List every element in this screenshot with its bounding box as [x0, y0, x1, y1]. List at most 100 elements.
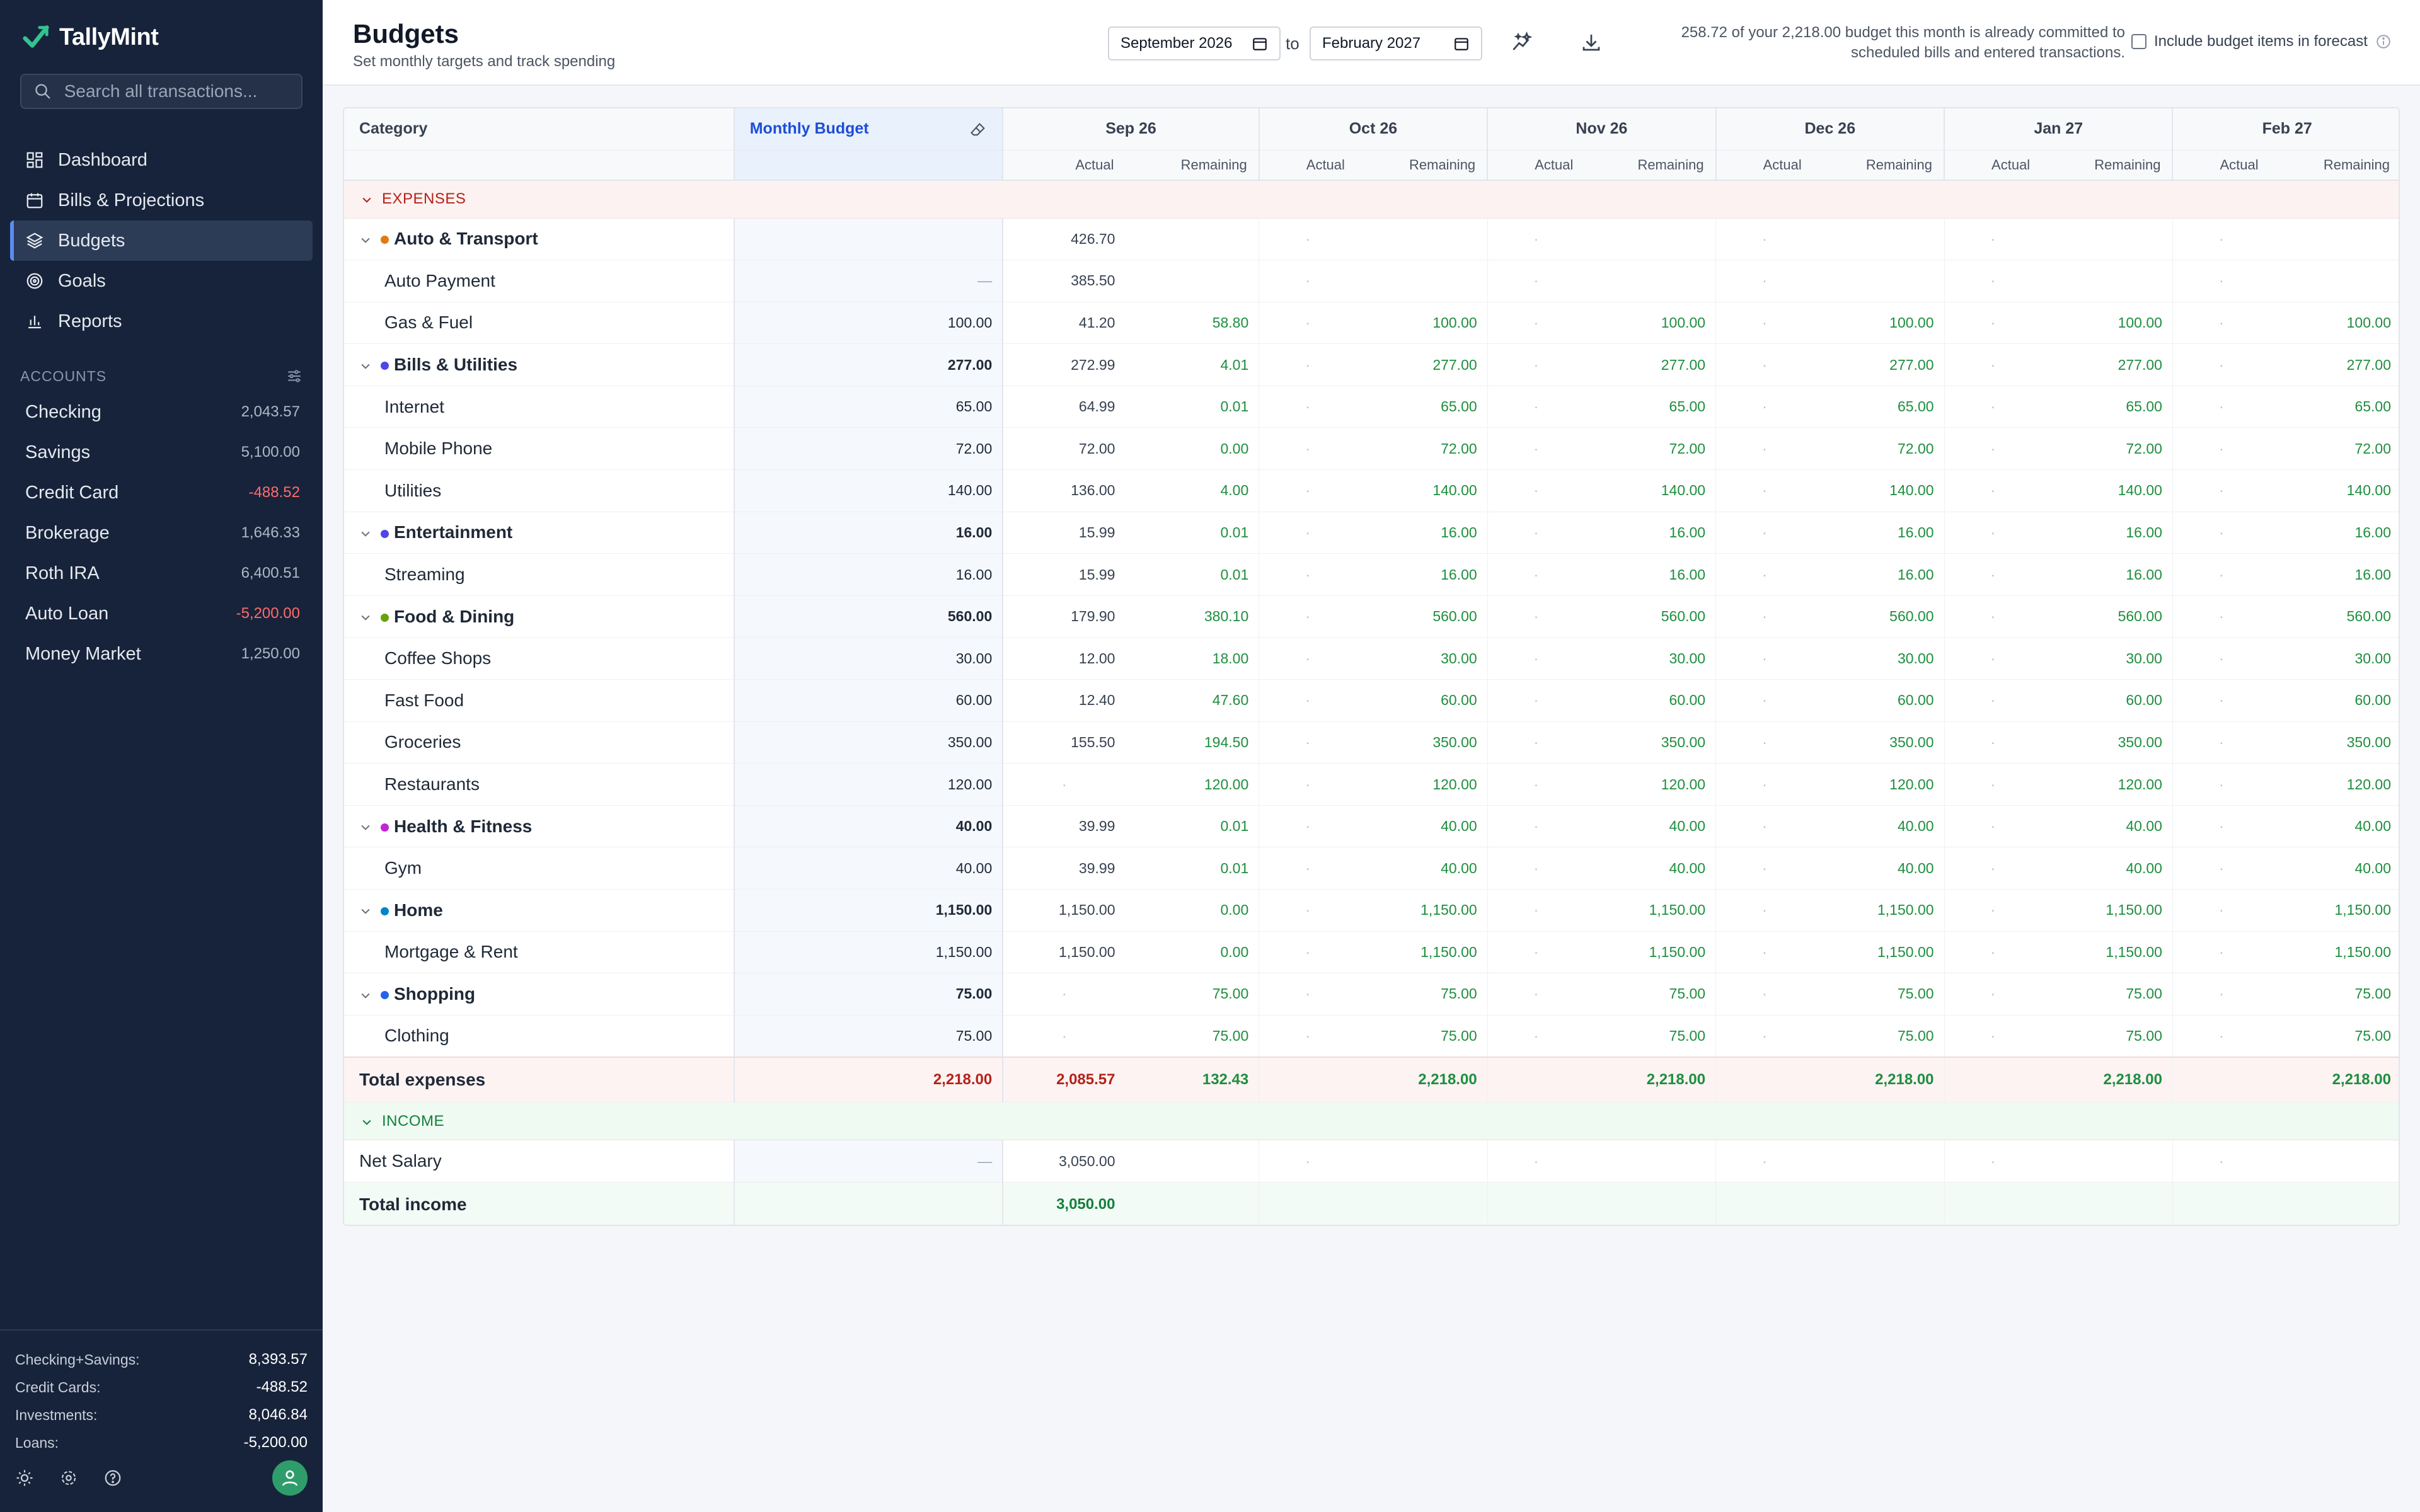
category-group-row[interactable]: Home 1,150.00 1,150.00 0.00 · 1,150.00 · 1,150.…: [344, 889, 2399, 932]
bar-chart-icon: [28, 316, 41, 329]
actual-cell: ·: [2172, 847, 2270, 890]
chevron-down-icon[interactable]: [359, 989, 372, 1002]
account-item[interactable]: Roth IRA 6,400.51: [10, 553, 313, 593]
monthly-budget-cell[interactable]: 40.00: [733, 805, 1003, 848]
category-row[interactable]: Groceries 350.00 155.50 194.50 · 350.00 · 350.0…: [344, 721, 2399, 764]
chevron-down-icon[interactable]: [359, 527, 372, 540]
total-expenses-row-actual: [2172, 1056, 2270, 1103]
category-row[interactable]: Streaming 16.00 15.99 0.01 · 16.00 · 16.00 · 16.0…: [344, 553, 2399, 596]
actual-cell: ·: [1259, 1015, 1356, 1058]
sliders-icon[interactable]: [286, 368, 302, 384]
monthly-budget-cell[interactable]: 100.00: [733, 302, 1003, 345]
download-button[interactable]: [1577, 28, 1606, 57]
total-expenses-row-actual: 2,085.57: [1002, 1056, 1126, 1103]
monthly-budget-cell[interactable]: 65.00: [733, 386, 1003, 428]
avatar[interactable]: [272, 1460, 308, 1496]
monthly-budget-cell[interactable]: 16.00: [733, 512, 1003, 554]
account-item[interactable]: Brokerage 1,646.33: [10, 513, 313, 553]
category-row[interactable]: Fast Food 60.00 12.40 47.60 · 60.00 · 60.00 · 60.…: [344, 679, 2399, 722]
monthly-budget-cell[interactable]: —: [733, 260, 1003, 302]
income-section[interactable]: INCOME: [344, 1102, 2399, 1141]
account-item[interactable]: Checking 2,043.57: [10, 392, 313, 432]
category-color-dot: [381, 529, 389, 538]
month-header-nov: Nov 26: [1487, 108, 1716, 151]
account-item[interactable]: Credit Card -488.52: [10, 472, 313, 513]
category-group-row[interactable]: Entertainment 16.00 15.99 0.01 · 16.00 · 16.00 ·…: [344, 512, 2399, 554]
category-row[interactable]: Internet 65.00 64.99 0.01 · 65.00 · 65.00 · 65.00…: [344, 386, 2399, 428]
accounts-list: Checking 2,043.57 Savings 5,100.00 Credit …: [10, 392, 313, 674]
monthly-budget-cell[interactable]: 40.00: [733, 847, 1003, 890]
help-icon[interactable]: [103, 1469, 122, 1487]
nav-item-goals[interactable]: Goals: [10, 261, 313, 301]
category-group-row[interactable]: Auto & Transport 426.70 · · · · ·: [344, 218, 2399, 261]
expenses-section[interactable]: EXPENSES: [344, 180, 2399, 219]
chevron-down-icon[interactable]: [359, 611, 372, 624]
category-row[interactable]: Utilities 140.00 136.00 4.00 · 140.00 · 140.00 ·…: [344, 469, 2399, 512]
chevron-down-icon[interactable]: [359, 905, 372, 917]
monthly-budget-column-header[interactable]: Monthly Budget: [733, 108, 1003, 151]
monthly-budget-cell[interactable]: 72.00: [733, 427, 1003, 471]
category-row[interactable]: Clothing 75.00 · 75.00 · 75.00 · 75.00 · 75.00 · 75…: [344, 1015, 2399, 1058]
monthly-budget-cell[interactable]: 75.00: [733, 1015, 1003, 1058]
search-input[interactable]: [64, 81, 301, 101]
category-row[interactable]: Restaurants 120.00 · 120.00 · 120.00 · 120.00 · 1…: [344, 763, 2399, 806]
category-name: Auto Payment: [384, 270, 495, 290]
start-month-picker[interactable]: September 2026: [1108, 26, 1281, 60]
monthly-budget-cell[interactable]: [733, 218, 1003, 261]
actual-cell: ·: [1715, 1140, 1813, 1183]
forecast-checkbox[interactable]: [2131, 34, 2146, 49]
info-icon[interactable]: [2375, 33, 2392, 50]
nav-item-dashboard[interactable]: Dashboard: [10, 140, 313, 180]
category-row[interactable]: Net Salary —3,050.00 · · · · ·: [344, 1140, 2399, 1183]
auto-budget-button[interactable]: [1507, 28, 1536, 57]
category-row[interactable]: Gas & Fuel 100.00 41.20 58.80 · 100.00 · 100.00…: [344, 302, 2399, 345]
chevron-down-icon[interactable]: [359, 821, 372, 833]
actual-cell: ·: [1944, 805, 2042, 848]
category-row[interactable]: Mobile Phone 72.00 72.00 0.00 · 72.00 · 72.00 · 7…: [344, 427, 2399, 471]
monthly-budget-cell[interactable]: 350.00: [733, 721, 1003, 764]
account-item[interactable]: Money Market 1,250.00: [10, 634, 313, 674]
end-month-picker[interactable]: February 2027: [1310, 26, 1482, 60]
chevron-down-icon[interactable]: [360, 1116, 373, 1128]
gear-icon[interactable]: [59, 1469, 78, 1487]
monthly-budget-cell[interactable]: 60.00: [733, 679, 1003, 722]
search-box[interactable]: [20, 74, 302, 109]
forecast-toggle[interactable]: Include budget items in forecast: [2131, 33, 2392, 50]
total-income-row-remaining: [1584, 1182, 1716, 1225]
app-logo[interactable]: TallyMint: [21, 23, 159, 52]
category-group-row[interactable]: Health & Fitness 40.00 39.99 0.01 · 40.00 · 40.…: [344, 805, 2399, 848]
monthly-budget-cell[interactable]: 277.00: [733, 343, 1003, 386]
category-row[interactable]: Coffee Shops 30.00 12.00 18.00 · 30.00 · 30.00 ·…: [344, 637, 2399, 680]
main-nav: Dashboard Bills & Projections Budgets Go…: [10, 140, 313, 341]
chevron-down-icon[interactable]: [359, 360, 372, 372]
monthly-budget-cell[interactable]: 16.00: [733, 553, 1003, 596]
monthly-budget-cell[interactable]: 30.00: [733, 637, 1003, 680]
remaining-cell: 40.00: [1356, 847, 1488, 890]
remaining-cell: 58.80: [1125, 302, 1259, 345]
category-group-row[interactable]: Food & Dining 560.00 179.90 380.10 · 560.00 · 5…: [344, 595, 2399, 638]
category-group-row[interactable]: Bills & Utilities 277.00 272.99 4.01 · 277.00…: [344, 343, 2399, 386]
nav-item-budgets[interactable]: Budgets: [10, 220, 313, 261]
monthly-budget-cell[interactable]: 1,150.00: [733, 931, 1003, 974]
monthly-budget-cell[interactable]: 560.00: [733, 595, 1003, 638]
sun-icon[interactable]: [15, 1469, 34, 1487]
eraser-icon[interactable]: [969, 121, 987, 139]
account-item[interactable]: Auto Loan -5,200.00: [10, 593, 313, 634]
chevron-down-icon[interactable]: [359, 234, 372, 246]
category-row[interactable]: Auto Payment —385.50 · · · · ·: [344, 260, 2399, 302]
category-row[interactable]: Gym 40.00 39.99 0.01 · 40.00 · 40.00 · 40.00 · 40.0…: [344, 847, 2399, 890]
monthly-budget-cell[interactable]: 120.00: [733, 763, 1003, 806]
monthly-budget-cell[interactable]: —: [733, 1140, 1003, 1183]
chevron-down-icon[interactable]: [360, 193, 373, 206]
monthly-budget-cell[interactable]: 75.00: [733, 973, 1003, 1016]
category-row[interactable]: Mortgage & Rent 1,150.00 1,150.00 0.00 · 1,15…: [344, 931, 2399, 974]
monthly-budget-cell[interactable]: 1,150.00: [733, 889, 1003, 932]
nav-item-bills[interactable]: Bills & Projections: [10, 180, 313, 220]
category-name-cell: Coffee Shops: [344, 637, 734, 680]
account-item[interactable]: Savings 5,100.00: [10, 432, 313, 472]
month-header-feb: Feb 27: [2172, 108, 2399, 151]
nav-item-reports[interactable]: Reports: [10, 301, 313, 341]
monthly-budget-cell[interactable]: 140.00: [733, 469, 1003, 512]
remaining-cell: 1,150.00: [2269, 889, 2399, 932]
category-group-row[interactable]: Shopping 75.00 · 75.00 · 75.00 · 75.00 · 75.00 · 75…: [344, 973, 2399, 1016]
